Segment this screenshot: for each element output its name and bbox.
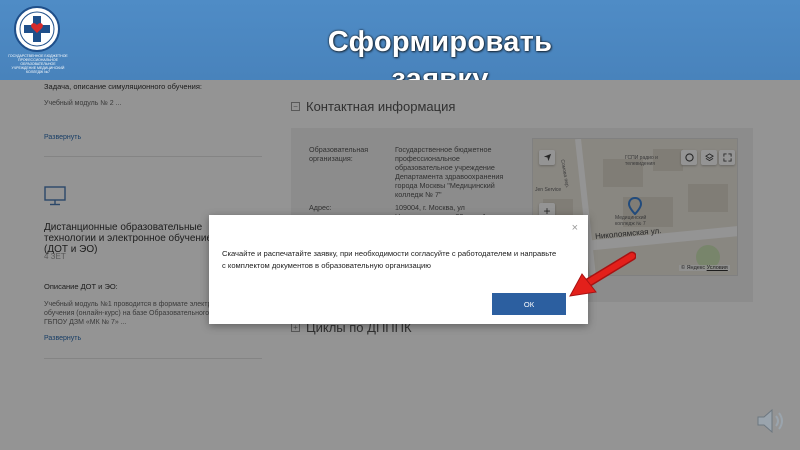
download-dialog: × Скачайте и распечатайте заявку, при не… — [209, 215, 588, 324]
slide-title-line1: Сформировать — [327, 26, 553, 58]
speaker-icon[interactable] — [752, 404, 786, 438]
web-page-screenshot: Задача, описание симуляционного обучения… — [0, 80, 800, 450]
red-arrow-icon — [569, 251, 636, 297]
ok-button[interactable]: ОК — [492, 293, 566, 315]
logo-caption: ГОСУДАРСТВЕННОЕ БЮДЖЕТНОЕ ПРОФЕССИОНАЛЬН… — [8, 54, 68, 74]
close-icon[interactable]: × — [572, 222, 578, 234]
dialog-message: Скачайте и распечатайте заявку, при необ… — [222, 249, 557, 270]
course-page: Задача, описание симуляционного обучения… — [0, 80, 800, 450]
